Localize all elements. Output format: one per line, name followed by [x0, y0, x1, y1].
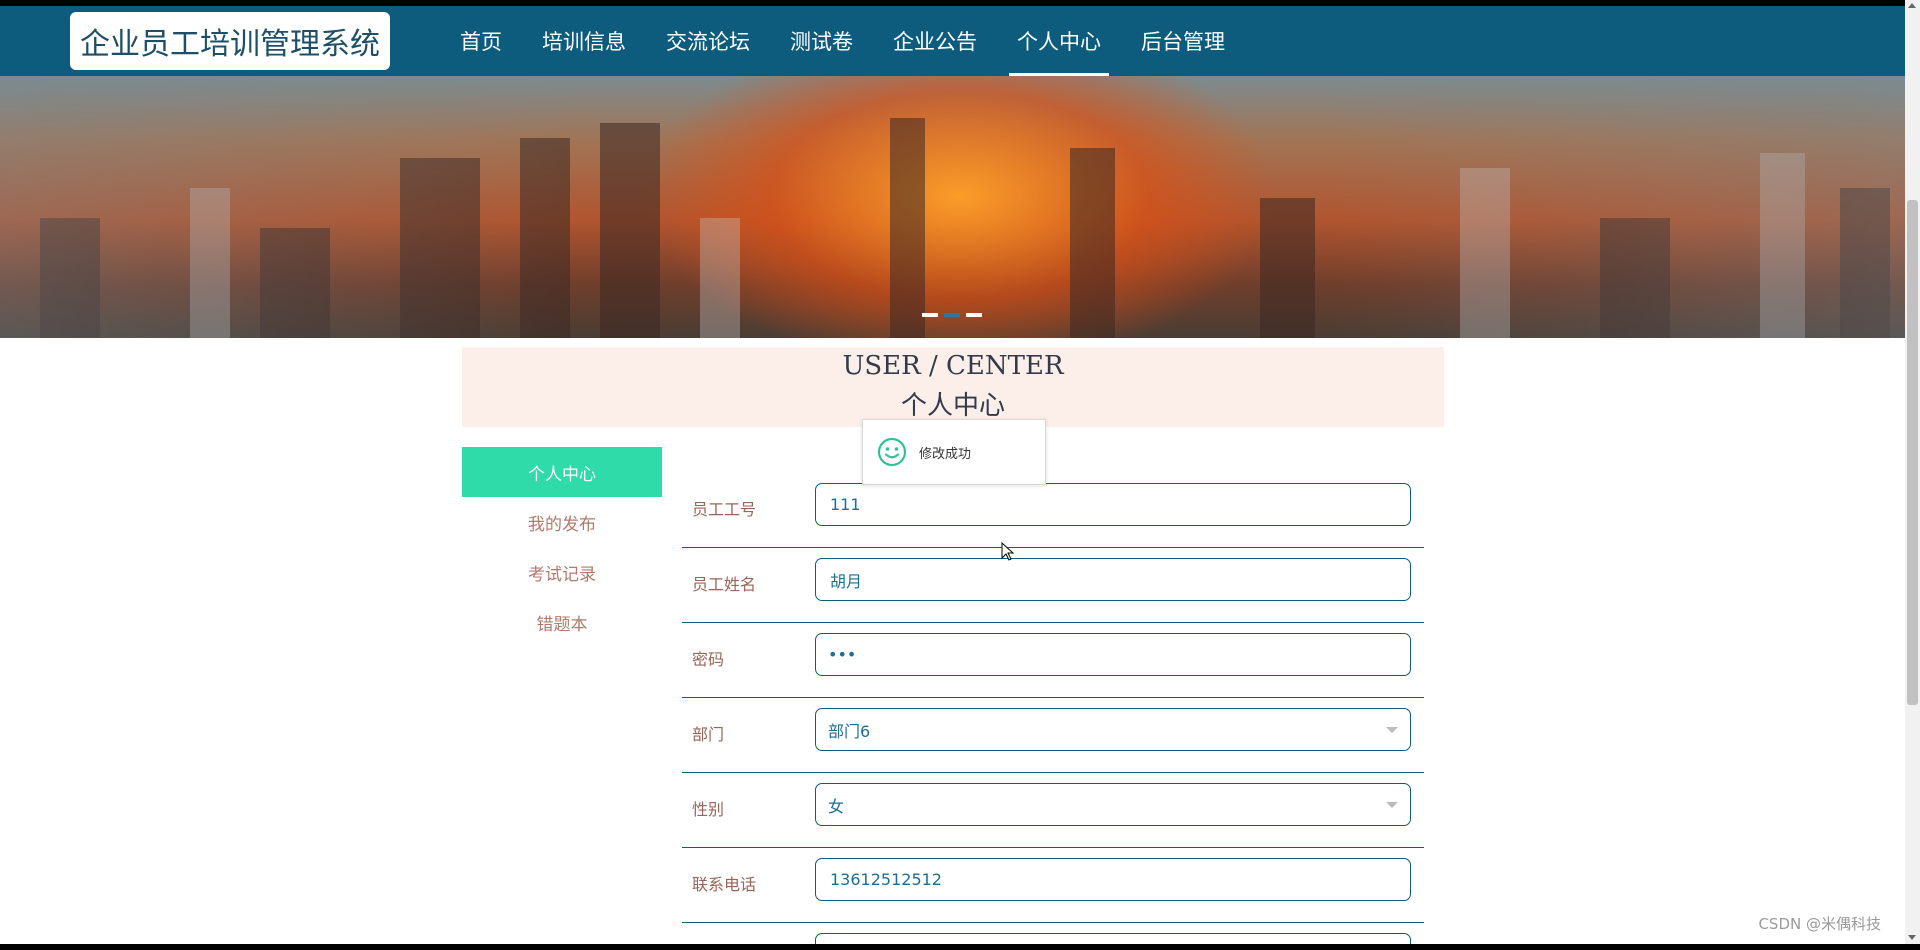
section-header: USER / CENTER 个人中心: [462, 347, 1444, 427]
site-logo[interactable]: 企业员工培训管理系统: [70, 12, 390, 70]
nav-item-admin[interactable]: 后台管理: [1121, 6, 1245, 76]
form-row-gender: 性别 女: [682, 773, 1424, 848]
employee-name-label: 员工姓名: [692, 575, 757, 594]
form-row-password: 密码 •••: [682, 623, 1424, 698]
watermark: CSDN @米偶科技: [1758, 915, 1881, 933]
chevron-down-icon: [1386, 727, 1398, 733]
smile-icon: [877, 437, 907, 467]
employee-id-label: 员工工号: [692, 500, 757, 519]
phone-label: 联系电话: [692, 875, 757, 894]
password-field[interactable]: •••: [815, 633, 1411, 676]
carousel-indicators: [922, 313, 982, 317]
scroll-thumb[interactable]: [1907, 200, 1918, 705]
password-label: 密码: [692, 650, 725, 669]
employee-name-input[interactable]: [828, 569, 1398, 590]
form-row-next: [682, 923, 1424, 944]
sidebar-menu: 个人中心 我的发布 考试记录 错题本: [462, 447, 662, 647]
nav-menu: 首页 培训信息 交流论坛 测试卷 企业公告 个人中心 后台管理: [440, 6, 1245, 76]
nav-item-training-info[interactable]: 培训信息: [522, 6, 646, 76]
gender-value: 女: [828, 796, 845, 816]
success-toast: 修改成功: [862, 419, 1046, 485]
form-row-department: 部门 部门6: [682, 698, 1424, 773]
phone-field[interactable]: [815, 858, 1411, 901]
profile-form: 员工工号 员工姓名 密码 ••• 部门 部门6 性别: [682, 473, 1424, 944]
section-title-en: USER / CENTER: [842, 351, 1064, 381]
carousel-dot-active[interactable]: [944, 313, 960, 317]
banner-carousel[interactable]: [0, 76, 1905, 338]
department-value: 部门6: [828, 721, 871, 741]
chevron-down-icon: [1386, 802, 1398, 808]
department-label: 部门: [692, 725, 725, 744]
toast-message: 修改成功: [919, 446, 972, 462]
nav-item-forum[interactable]: 交流论坛: [646, 6, 770, 76]
scroll-down-icon[interactable]: [1908, 935, 1916, 940]
next-field[interactable]: [815, 933, 1411, 944]
gender-select[interactable]: 女: [815, 783, 1411, 826]
sidebar-item-exam-records[interactable]: 考试记录: [462, 547, 662, 597]
carousel-dot[interactable]: [966, 313, 982, 317]
scroll-up-icon[interactable]: [1908, 3, 1916, 8]
section-title-cn: 个人中心: [900, 391, 1005, 421]
password-input[interactable]: •••: [828, 645, 856, 664]
banner-haze: [0, 76, 1905, 338]
form-row-employee-name: 员工姓名: [682, 548, 1424, 623]
nav-item-home[interactable]: 首页: [440, 6, 522, 76]
form-row-phone: 联系电话: [682, 848, 1424, 923]
employee-id-field[interactable]: [815, 483, 1411, 526]
employee-name-field[interactable]: [815, 558, 1411, 601]
page: 企业员工培训管理系统 首页 培训信息 交流论坛 测试卷 企业公告 个人中心 后台…: [0, 6, 1905, 944]
sidebar-item-personal-center[interactable]: 个人中心: [462, 447, 662, 497]
nav-item-announcements[interactable]: 企业公告: [873, 6, 997, 76]
mouse-cursor-icon: [1001, 542, 1015, 561]
vertical-scrollbar[interactable]: [1905, 0, 1920, 944]
form-row-employee-id: 员工工号: [682, 473, 1424, 548]
department-select[interactable]: 部门6: [815, 708, 1411, 751]
nav-item-test-papers[interactable]: 测试卷: [770, 6, 873, 76]
phone-input[interactable]: [828, 869, 1398, 890]
gender-label: 性别: [692, 800, 725, 819]
sidebar-item-my-posts[interactable]: 我的发布: [462, 497, 662, 547]
carousel-dot[interactable]: [922, 313, 938, 317]
sidebar-item-wrong-answers[interactable]: 错题本: [462, 597, 662, 647]
employee-id-input[interactable]: [828, 494, 1398, 515]
top-navbar: 企业员工培训管理系统 首页 培训信息 交流论坛 测试卷 企业公告 个人中心 后台…: [0, 6, 1905, 76]
nav-item-personal-center[interactable]: 个人中心: [997, 6, 1121, 76]
